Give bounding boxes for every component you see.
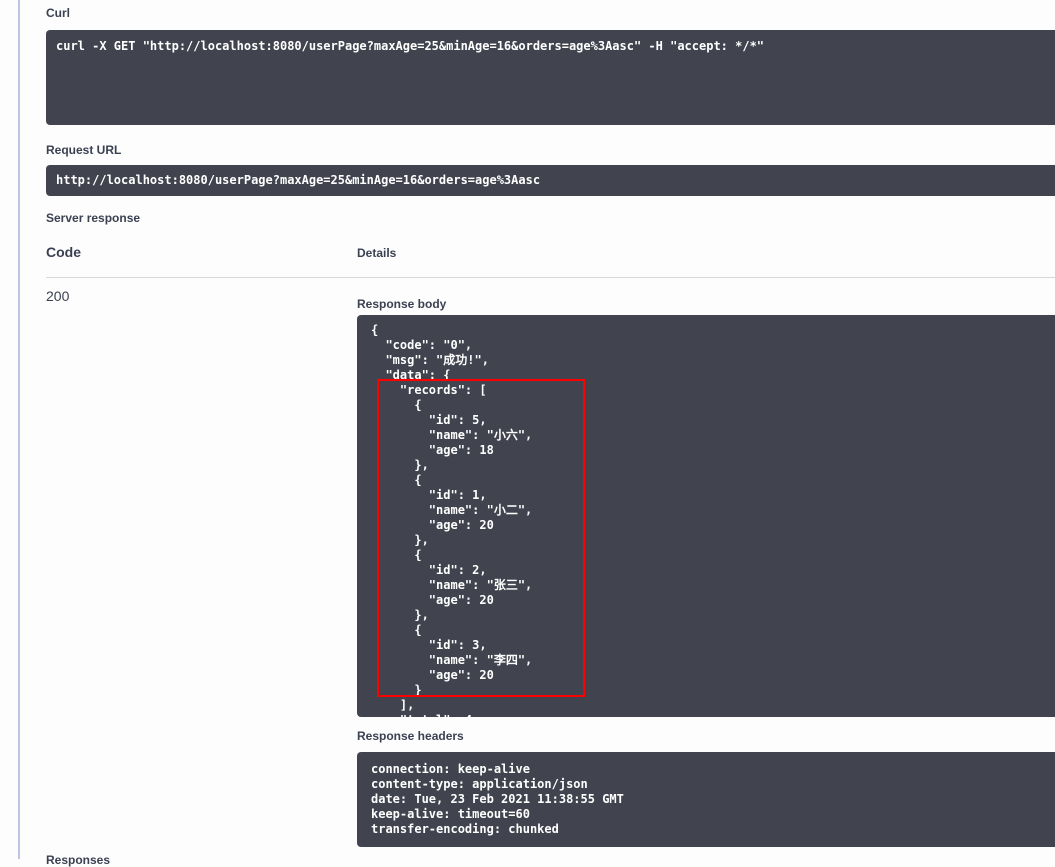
- response-body-label: Response body: [357, 297, 446, 311]
- response-headers-label: Response headers: [357, 729, 464, 743]
- request-url-label: Request URL: [46, 143, 121, 157]
- request-url-value: http://localhost:8080/userPage?maxAge=25…: [46, 165, 1055, 196]
- opblock-left-border: [18, 0, 20, 859]
- details-column-header: Details: [357, 246, 396, 260]
- status-code: 200: [46, 288, 69, 304]
- responses-section-label: Responses: [46, 853, 110, 867]
- curl-section-label: Curl: [46, 6, 70, 20]
- table-header-divider: [46, 277, 1055, 278]
- code-column-header: Code: [46, 244, 81, 260]
- response-body-json: { "code": "0", "msg": "成功!", "data": { "…: [357, 315, 1055, 717]
- server-response-label: Server response: [46, 211, 140, 225]
- response-body-block[interactable]: { "code": "0", "msg": "成功!", "data": { "…: [357, 315, 1055, 717]
- curl-command-block[interactable]: curl -X GET "http://localhost:8080/userP…: [46, 30, 1055, 125]
- response-headers-block: connection: keep-alive content-type: app…: [357, 752, 1055, 847]
